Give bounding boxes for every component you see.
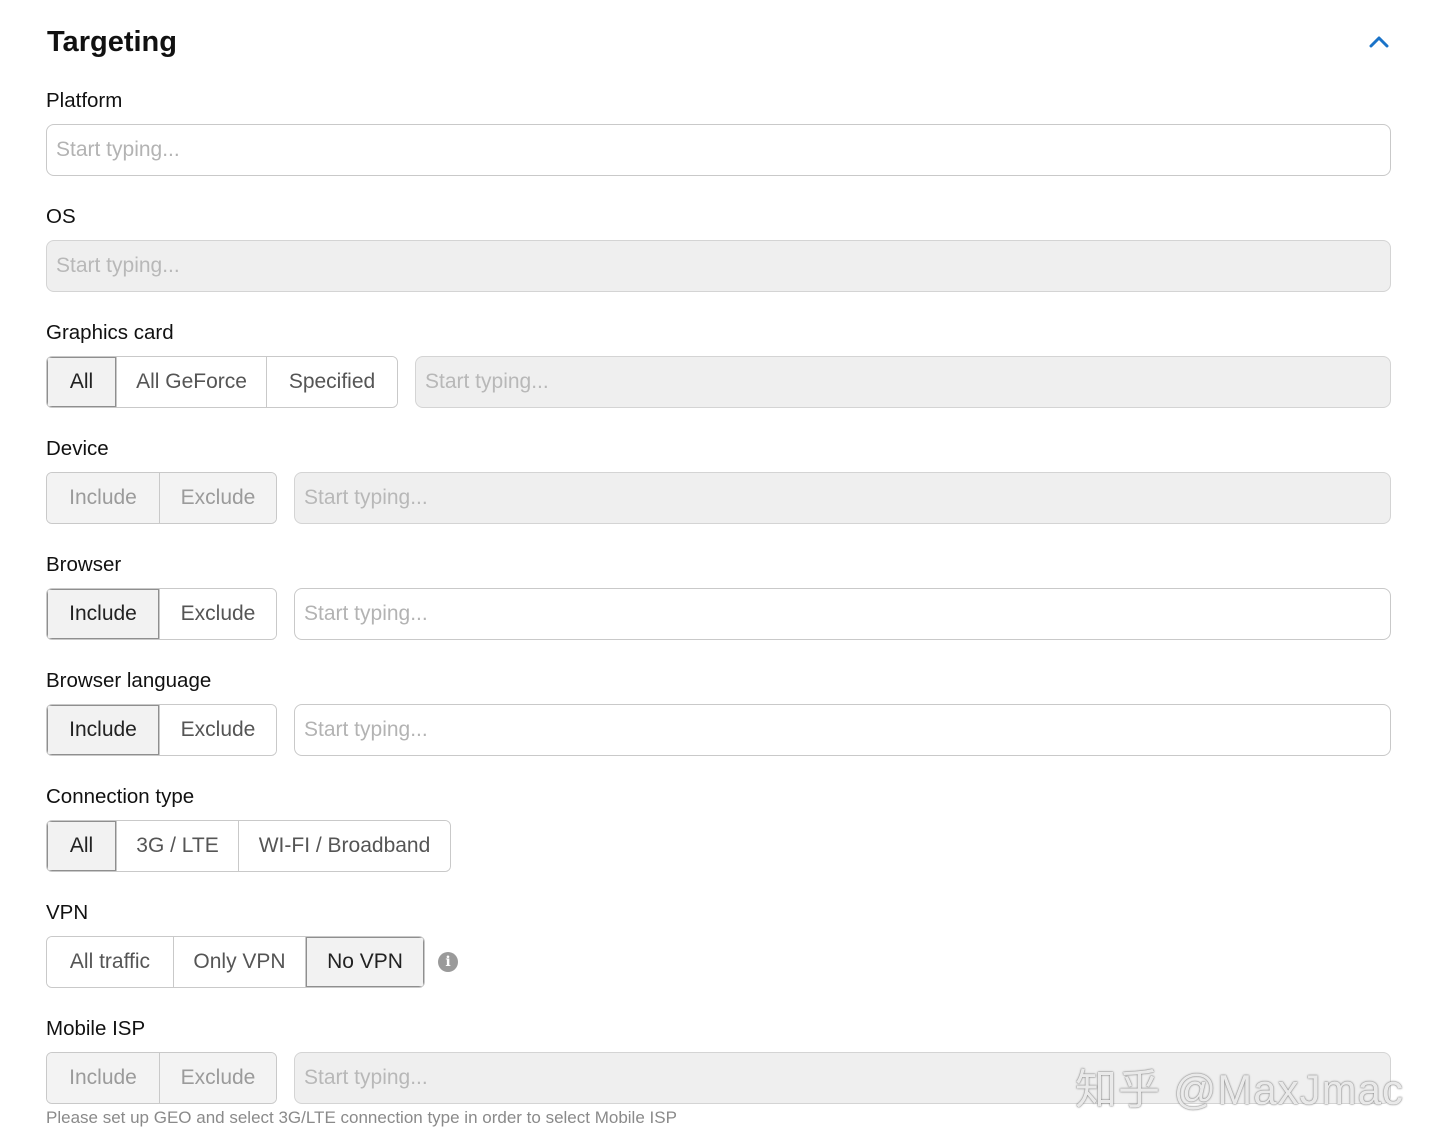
- browser-language-toggle: Include Exclude: [46, 704, 277, 756]
- section-title: Targeting: [47, 26, 177, 58]
- connection-type-field: Connection type All 3G / LTE WI-FI / Bro…: [46, 782, 1391, 898]
- browser-field: Browser Include Exclude: [46, 550, 1391, 666]
- graphics-card-input[interactable]: [415, 356, 1391, 408]
- mobile-isp-hint: Please set up GEO and select 3G/LTE conn…: [46, 1108, 677, 1127]
- connection-type-option-wifi-broadband[interactable]: WI-FI / Broadband: [239, 821, 450, 871]
- device-option-exclude[interactable]: Exclude: [160, 473, 276, 523]
- device-toggle: Include Exclude: [46, 472, 277, 524]
- os-label: OS: [46, 205, 76, 228]
- browser-option-include[interactable]: Include: [47, 589, 160, 639]
- mobile-isp-option-include[interactable]: Include: [47, 1053, 160, 1103]
- platform-input[interactable]: [46, 124, 1391, 176]
- os-field: OS: [46, 202, 1391, 318]
- vpn-option-all-traffic[interactable]: All traffic: [47, 937, 174, 987]
- device-field: Device Include Exclude: [46, 434, 1391, 550]
- browser-option-exclude[interactable]: Exclude: [160, 589, 276, 639]
- browser-language-field: Browser language Include Exclude: [46, 666, 1391, 782]
- connection-type-toggle: All 3G / LTE WI-FI / Broadband: [46, 820, 451, 872]
- browser-language-option-include[interactable]: Include: [47, 705, 160, 755]
- browser-toggle: Include Exclude: [46, 588, 277, 640]
- mobile-isp-label: Mobile ISP: [46, 1017, 146, 1040]
- graphics-card-option-all[interactable]: All: [47, 357, 117, 407]
- mobile-isp-option-exclude[interactable]: Exclude: [160, 1053, 276, 1103]
- browser-language-option-exclude[interactable]: Exclude: [160, 705, 276, 755]
- os-input[interactable]: [46, 240, 1391, 292]
- browser-input[interactable]: [294, 588, 1391, 640]
- vpn-option-only-vpn[interactable]: Only VPN: [174, 937, 306, 987]
- connection-type-option-3g-lte[interactable]: 3G / LTE: [117, 821, 239, 871]
- connection-type-option-all[interactable]: All: [47, 821, 117, 871]
- connection-type-label: Connection type: [46, 785, 195, 808]
- vpn-toggle: All traffic Only VPN No VPN: [46, 936, 425, 988]
- graphics-card-option-all-geforce[interactable]: All GeForce: [117, 357, 267, 407]
- vpn-field: VPN All traffic Only VPN No VPN i: [46, 898, 1391, 1014]
- watermark: 知乎 @MaxJmac: [1075, 1066, 1404, 1113]
- collapse-button[interactable]: [1367, 30, 1391, 54]
- device-label: Device: [46, 437, 109, 460]
- browser-label: Browser: [46, 553, 122, 576]
- browser-language-label: Browser language: [46, 669, 212, 692]
- vpn-label: VPN: [46, 901, 89, 924]
- info-icon[interactable]: i: [438, 952, 458, 972]
- chevron-up-icon: [1369, 36, 1389, 48]
- platform-label: Platform: [46, 89, 123, 112]
- graphics-card-option-specified[interactable]: Specified: [267, 357, 397, 407]
- mobile-isp-toggle: Include Exclude: [46, 1052, 277, 1104]
- browser-language-input[interactable]: [294, 704, 1391, 756]
- targeting-panel: Targeting Platform OS Graphics card All …: [0, 0, 1440, 1142]
- graphics-card-toggle: All All GeForce Specified: [46, 356, 398, 408]
- device-option-include[interactable]: Include: [47, 473, 160, 523]
- graphics-card-field: Graphics card All All GeForce Specified: [46, 318, 1391, 434]
- platform-field: Platform: [46, 86, 1391, 202]
- device-input[interactable]: [294, 472, 1391, 524]
- vpn-option-no-vpn[interactable]: No VPN: [306, 937, 424, 987]
- section-header: Targeting: [46, 0, 1391, 86]
- graphics-card-label: Graphics card: [46, 321, 174, 344]
